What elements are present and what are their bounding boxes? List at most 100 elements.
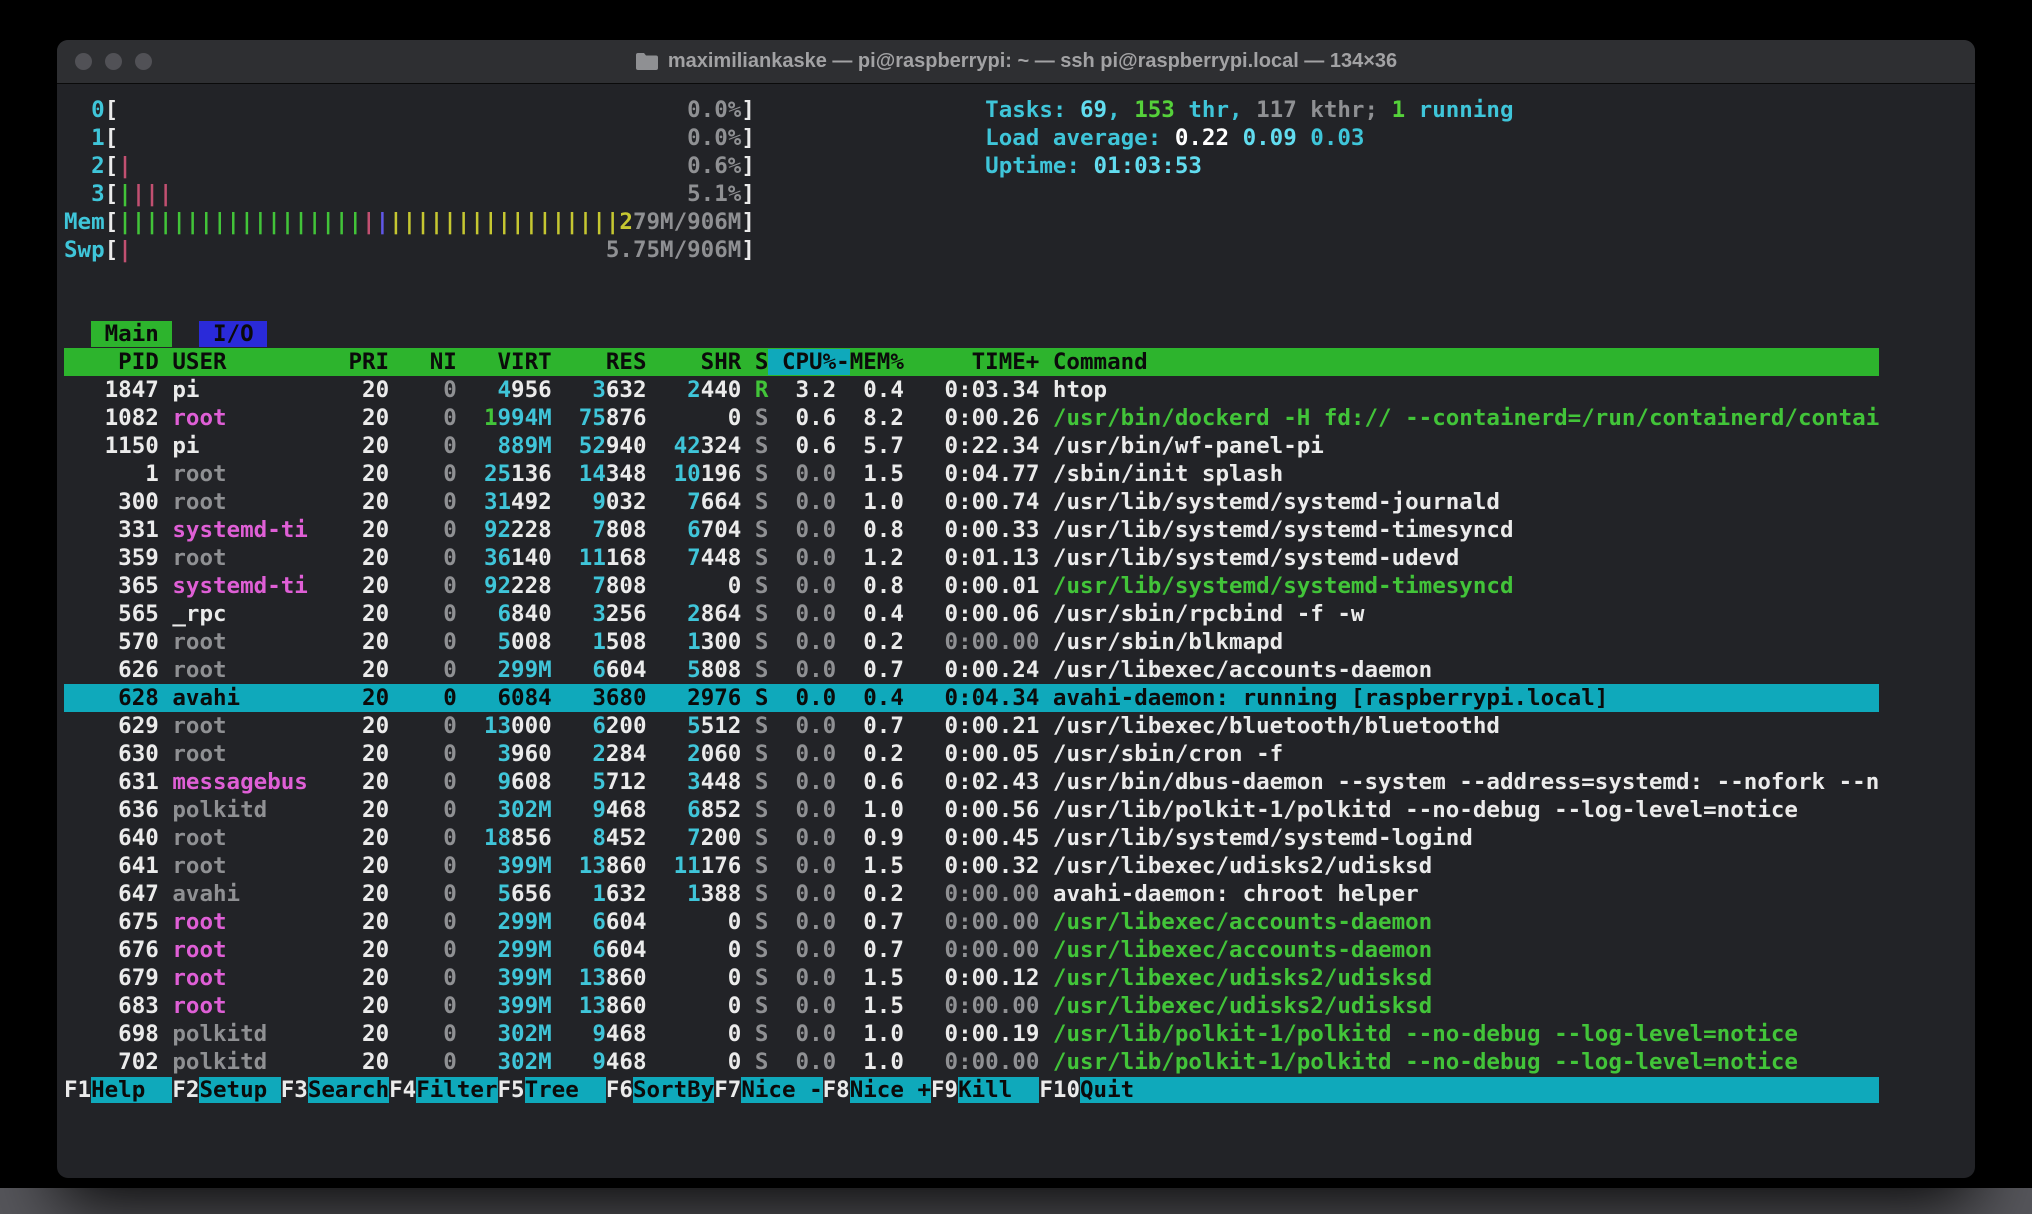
fnlabel-F6[interactable]: SortBy <box>633 1077 714 1103</box>
process-row[interactable]: 679 root 20 0 399M 13860 0 S 0.0 1.5 0:0… <box>64 964 1879 992</box>
fnkey-F9[interactable]: F9 <box>931 1077 958 1103</box>
cell-pid: 679 <box>64 965 159 991</box>
gap <box>741 1049 755 1075</box>
process-row[interactable]: 631 messagebus 20 0 9608 5712 3448 S 0.0… <box>64 768 1879 796</box>
process-row[interactable]: 359 root 20 0 36140 11168 7448 S 0.0 1.2… <box>64 544 1879 572</box>
gap <box>741 685 755 711</box>
gap <box>552 853 566 879</box>
process-row[interactable]: 626 root 20 0 299M 6604 5808 S 0.0 0.7 0… <box>64 656 1879 684</box>
cell-res: 468 <box>606 797 647 823</box>
cell-state: S <box>755 825 769 851</box>
gap <box>159 741 173 767</box>
process-row[interactable]: 636 polkitd 20 0 302M 9468 6852 S 0.0 1.… <box>64 796 1879 824</box>
fnlabel-F8[interactable]: Nice + <box>850 1077 931 1103</box>
zoom-button[interactable] <box>135 53 152 70</box>
fnkey-F2[interactable]: F2 <box>172 1077 199 1103</box>
process-row[interactable]: 365 systemd-ti 20 0 92228 7808 0 S 0.0 0… <box>64 572 1879 600</box>
cell-res: 256 <box>606 601 647 627</box>
cell-state: S <box>755 461 769 487</box>
fnlabel-F7[interactable]: Nice - <box>741 1077 822 1103</box>
tab-io[interactable]: I/O <box>199 321 267 347</box>
process-row[interactable]: 331 systemd-ti 20 0 92228 7808 6704 S 0.… <box>64 516 1879 544</box>
selected-process-row[interactable]: 628 avahi 20 0 6084 3680 2976 S 0.0 0.4 … <box>64 684 1879 712</box>
process-row[interactable]: 675 root 20 0 299M 6604 0 S 0.0 0.7 0:00… <box>64 908 1879 936</box>
cell-time: 0:04.34 <box>904 685 1039 711</box>
process-row[interactable]: 683 root 20 0 399M 13860 0 S 0.0 1.5 0:0… <box>64 992 1879 1020</box>
process-row[interactable]: 630 root 20 0 3960 2284 2060 S 0.0 0.2 0… <box>64 740 1879 768</box>
gap <box>647 825 661 851</box>
fnkey-F6[interactable]: F6 <box>606 1077 633 1103</box>
titlebar[interactable]: maximiliankaske — pi@raspberrypi: ~ — ss… <box>57 40 1975 84</box>
tab-main[interactable]: Main <box>91 321 172 347</box>
gap <box>552 545 566 571</box>
cell-shr: 7 <box>687 825 701 851</box>
process-row[interactable]: 1082 root 20 0 1994M 75876 0 S 0.6 8.2 0… <box>64 404 1879 432</box>
process-row[interactable]: 640 root 20 0 18856 8452 7200 S 0.0 0.9 … <box>64 824 1879 852</box>
cell-mem: 1.5 <box>836 853 904 879</box>
cell-command: htop <box>1039 377 1107 403</box>
process-row[interactable]: 702 polkitd 20 0 302M 9468 0 S 0.0 1.0 0… <box>64 1048 1879 1076</box>
process-row[interactable]: 641 root 20 0 399M 13860 11176 S 0.0 1.5… <box>64 852 1879 880</box>
process-row[interactable]: 300 root 20 0 31492 9032 7664 S 0.0 1.0 … <box>64 488 1879 516</box>
process-row[interactable]: 1847 pi 20 0 4956 3632 2440 R 3.2 0.4 0:… <box>64 376 1879 404</box>
cell-virt <box>470 909 497 935</box>
gap <box>159 993 173 1019</box>
process-row[interactable]: 629 root 20 0 13000 6200 5512 S 0.0 0.7 … <box>64 712 1879 740</box>
gap <box>741 517 755 543</box>
process-row[interactable]: 698 polkitd 20 0 302M 9468 0 S 0.0 1.0 0… <box>64 1020 1879 1048</box>
cell-virt <box>470 573 484 599</box>
process-row[interactable]: 1150 pi 20 0 889M 52940 42324 S 0.6 5.7 … <box>64 432 1879 460</box>
minimize-button[interactable] <box>105 53 122 70</box>
fnkey-F4[interactable]: F4 <box>389 1077 416 1103</box>
gap <box>741 545 755 571</box>
cell-pid: 1082 <box>64 405 159 431</box>
cell-state: S <box>755 1021 769 1047</box>
cell-shr: 0 <box>728 573 742 599</box>
cell-res: 808 <box>606 517 647 543</box>
fnlabel-F1[interactable]: Help <box>91 1077 172 1103</box>
cell-res <box>565 685 592 711</box>
cell-virt: 492 <box>511 489 552 515</box>
fnkey-F1[interactable]: F1 <box>64 1077 91 1103</box>
cell-shr: 6 <box>687 517 701 543</box>
cell-pid: 1847 <box>64 377 159 403</box>
cell-time: 0:00.01 <box>904 573 1039 599</box>
cell-virt: 228 <box>511 573 552 599</box>
fnlabel-F4[interactable]: Filter <box>416 1077 497 1103</box>
cell-pid: 365 <box>64 573 159 599</box>
gap <box>647 713 661 739</box>
cell-res: 284 <box>606 741 647 767</box>
process-row[interactable]: 647 avahi 20 0 5656 1632 1388 S 0.0 0.2 … <box>64 880 1879 908</box>
fnkey-F5[interactable]: F5 <box>498 1077 525 1103</box>
cell-pid: 300 <box>64 489 159 515</box>
fnkey-F10[interactable]: F10 <box>1039 1077 1080 1103</box>
gap <box>741 909 755 935</box>
fnkey-F8[interactable]: F8 <box>823 1077 850 1103</box>
fnkey-F7[interactable]: F7 <box>714 1077 741 1103</box>
cell-user: avahi <box>172 685 321 711</box>
fnlabel-F5[interactable]: Tree <box>525 1077 606 1103</box>
process-row[interactable]: 565 _rpc 20 0 6840 3256 2864 S 0.0 0.4 0… <box>64 600 1879 628</box>
cell-pri: 20 <box>321 881 389 907</box>
process-row[interactable]: 1 root 20 0 25136 14348 10196 S 0.0 1.5 … <box>64 460 1879 488</box>
fnlabel-F3[interactable]: Search <box>308 1077 389 1103</box>
cell-res: 2 <box>592 741 606 767</box>
cell-res: 6 <box>592 713 606 739</box>
cell-time: 0:00.12 <box>904 965 1039 991</box>
process-table-header[interactable]: PID USER PRI NI VIRT RES SHR S CPU%-MEM%… <box>64 348 1879 376</box>
gap <box>741 601 755 627</box>
cell-ni: 0 <box>389 825 457 851</box>
fnkey-F3[interactable]: F3 <box>281 1077 308 1103</box>
close-button[interactable] <box>75 53 92 70</box>
cell-shr: 176 <box>701 853 742 879</box>
cell-time: 0:01.13 <box>904 545 1039 571</box>
fnlabel-F2[interactable]: Setup <box>199 1077 280 1103</box>
fnlabel-F10[interactable]: Quit <box>1080 1077 1161 1103</box>
cell-command: /usr/lib/systemd/systemd-udevd <box>1039 545 1459 571</box>
cell-res <box>565 993 579 1019</box>
meter-bar: |||||||||||||||||| <box>118 209 362 235</box>
process-row[interactable]: 676 root 20 0 299M 6604 0 S 0.0 0.7 0:00… <box>64 936 1879 964</box>
fnlabel-F9[interactable]: Kill <box>958 1077 1039 1103</box>
process-row[interactable]: 570 root 20 0 5008 1508 1300 S 0.0 0.2 0… <box>64 628 1879 656</box>
uptime: Uptime: <box>985 153 1093 179</box>
